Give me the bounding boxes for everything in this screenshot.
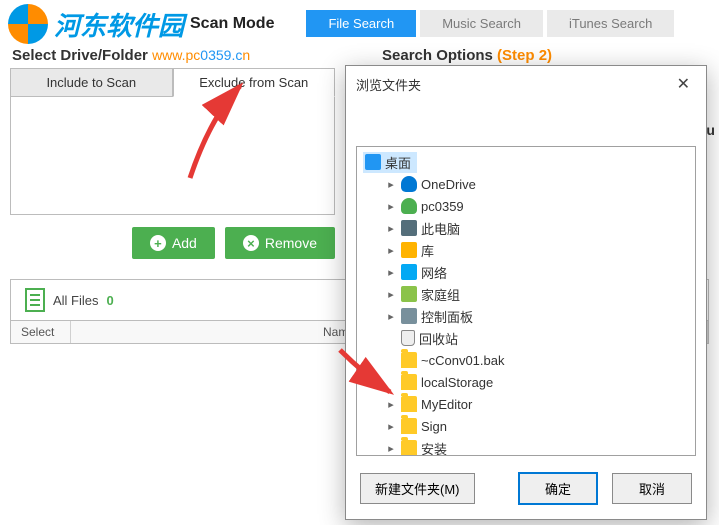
folder-tree[interactable]: 桌面 ▸OneDrive ▸pc0359 ▸此电脑 ▸库 ▸网络 ▸家庭组 ▸控… xyxy=(356,146,696,456)
exclude-from-scan-tab[interactable]: Exclude from Scan xyxy=(173,68,336,97)
chevron-right-icon[interactable]: ▸ xyxy=(385,266,397,279)
col-select[interactable]: Select xyxy=(11,321,71,343)
folder-icon xyxy=(401,396,417,412)
all-files-icon xyxy=(25,288,45,312)
chevron-right-icon[interactable]: ▸ xyxy=(385,398,397,411)
cancel-button[interactable]: 取消 xyxy=(612,473,692,504)
chevron-right-icon[interactable]: ▸ xyxy=(385,244,397,257)
exclude-list-box xyxy=(10,97,335,215)
folder-icon xyxy=(401,374,417,390)
homegroup-icon xyxy=(401,286,417,302)
chevron-right-icon[interactable]: ▸ xyxy=(385,310,397,323)
tree-install[interactable]: ▸安装 xyxy=(357,437,695,456)
watermark-logo-icon xyxy=(8,4,48,44)
tree-control-panel[interactable]: ▸控制面板 xyxy=(357,305,695,327)
dialog-footer: 新建文件夹(M) 确定 取消 xyxy=(346,462,706,519)
step1-label: Select Drive/Folder www.pc0359.cn xyxy=(12,47,382,64)
remove-button[interactable]: × Remove xyxy=(225,227,335,259)
itunes-search-tab[interactable]: iTunes Search xyxy=(547,10,674,37)
folder-icon xyxy=(401,418,417,434)
watermark-text: 河东软件园 xyxy=(54,6,184,43)
browse-folder-dialog: 浏览文件夹 ✕ 桌面 ▸OneDrive ▸pc0359 ▸此电脑 ▸库 ▸网络… xyxy=(345,65,707,520)
tree-onedrive[interactable]: ▸OneDrive xyxy=(357,173,695,195)
x-icon: × xyxy=(243,235,259,251)
user-icon xyxy=(401,198,417,214)
filter-all-files[interactable]: All Files 0 xyxy=(11,280,360,320)
tree-localstorage[interactable]: localStorage xyxy=(357,371,695,393)
folder-icon xyxy=(401,352,417,368)
chevron-right-icon[interactable]: ▸ xyxy=(385,178,397,191)
tree-myeditor[interactable]: ▸MyEditor xyxy=(357,393,695,415)
desktop-icon xyxy=(365,154,381,170)
chevron-right-icon[interactable]: ▸ xyxy=(385,442,397,455)
tree-libraries[interactable]: ▸库 xyxy=(357,239,695,261)
tree-homegroup[interactable]: ▸家庭组 xyxy=(357,283,695,305)
drive-folder-panel: Include to Scan Exclude from Scan + Add … xyxy=(10,68,335,259)
include-to-scan-tab[interactable]: Include to Scan xyxy=(10,68,173,97)
chevron-right-icon[interactable]: ▸ xyxy=(385,288,397,301)
tree-sign[interactable]: ▸Sign xyxy=(357,415,695,437)
dialog-title: 浏览文件夹 xyxy=(356,75,421,94)
close-icon[interactable]: ✕ xyxy=(671,74,696,94)
chevron-right-icon[interactable]: ▸ xyxy=(385,222,397,235)
tree-network[interactable]: ▸网络 xyxy=(357,261,695,283)
new-folder-button[interactable]: 新建文件夹(M) xyxy=(360,473,475,504)
dialog-titlebar: 浏览文件夹 ✕ xyxy=(346,66,706,102)
tree-desktop[interactable]: 桌面 xyxy=(357,151,695,173)
chevron-right-icon[interactable]: ▸ xyxy=(385,420,397,433)
pc-icon xyxy=(401,220,417,236)
watermark: 河东软件园 xyxy=(8,4,184,44)
tree-recycle-bin[interactable]: 回收站 xyxy=(357,327,695,349)
recycle-bin-icon xyxy=(401,330,415,346)
onedrive-icon xyxy=(401,176,417,192)
plus-icon: + xyxy=(150,235,166,251)
libraries-icon xyxy=(401,242,417,258)
folder-icon xyxy=(401,440,417,456)
network-icon xyxy=(401,264,417,280)
tree-this-pc[interactable]: ▸此电脑 xyxy=(357,217,695,239)
file-search-tab[interactable]: File Search xyxy=(306,10,416,37)
control-panel-icon xyxy=(401,308,417,324)
music-search-tab[interactable]: Music Search xyxy=(420,10,543,37)
chevron-right-icon[interactable]: ▸ xyxy=(385,200,397,213)
scan-mode-label: Scan Mode xyxy=(190,15,274,33)
step2-label: Search Options (Step 2) xyxy=(382,47,552,64)
tree-user[interactable]: ▸pc0359 xyxy=(357,195,695,217)
tree-cconv[interactable]: ~cConv01.bak xyxy=(357,349,695,371)
ok-button[interactable]: 确定 xyxy=(518,472,598,505)
add-button[interactable]: + Add xyxy=(132,227,215,259)
